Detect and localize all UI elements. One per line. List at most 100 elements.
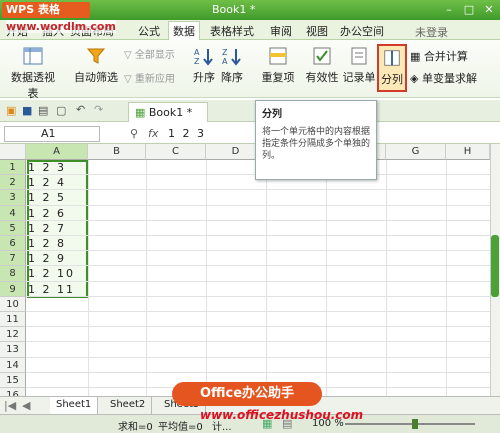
name-box[interactable]: A1 [4, 126, 100, 142]
row-header[interactable]: 6 [0, 236, 26, 252]
solver-label: 单变量求解 [421, 72, 477, 85]
tab-table-style[interactable]: 表格样式 [210, 23, 254, 39]
reapply-label: 重新应用 [134, 74, 175, 85]
column-header[interactable]: G [386, 144, 446, 160]
cell-a8[interactable]: 1 2 10 [28, 266, 75, 281]
cell-a9[interactable]: 1 2 11 [28, 282, 75, 297]
pivot-table-button[interactable]: 数据透视表 [6, 46, 60, 101]
split-tooltip: 分列 将一个单元格中的内容根据指定条件分隔成多个单独的列。 [255, 100, 377, 180]
column-header[interactable]: B [88, 144, 146, 160]
app-logo[interactable]: WPS 表格 [2, 2, 90, 18]
cell-a1[interactable]: 1 2 3 [28, 160, 66, 175]
row-header[interactable]: 4 [0, 205, 26, 221]
minimize-button[interactable]: – [440, 2, 458, 17]
column-header[interactable]: C [146, 144, 206, 160]
row-header[interactable]: 12 [0, 327, 26, 343]
record-form-label: 记录单 [342, 71, 376, 84]
validity-button[interactable]: 有效性 [304, 46, 340, 85]
gridline [206, 160, 207, 396]
reapply-button[interactable]: ▽ 重新应用 [124, 70, 184, 85]
select-all-corner[interactable] [0, 144, 26, 160]
site-url: www.officezhushou.com [200, 408, 364, 422]
zoom-slider[interactable] [345, 423, 475, 425]
svg-text:A: A [222, 57, 228, 66]
gridline [26, 311, 490, 312]
ribbon-data: 数据透视表 自动筛选 ▽ 全部显示 ▽ 重新应用 AZ 升序 ZA 降序 重复项… [0, 40, 500, 101]
cell-a6[interactable]: 1 2 8 [28, 236, 66, 251]
row-header[interactable]: 11 [0, 312, 26, 328]
cell-a7[interactable]: 1 2 9 [28, 251, 66, 266]
duplicates-button[interactable]: 重复项 [256, 46, 300, 85]
sort-asc-button[interactable]: AZ 升序 [192, 46, 216, 85]
tab-office-space[interactable]: 办公空间 [340, 23, 384, 39]
zoom-slider-handle[interactable] [412, 419, 418, 429]
merge-calc-button[interactable]: ▦ 合并计算 [410, 48, 496, 64]
show-all-button[interactable]: ▽ 全部显示 [124, 46, 184, 61]
row-header[interactable]: 10 [0, 296, 26, 312]
row-header[interactable]: 7 [0, 251, 26, 267]
row-header[interactable]: 14 [0, 357, 26, 373]
tab-formula[interactable]: 公式 [138, 23, 160, 39]
sort-desc-icon: ZA [222, 48, 241, 66]
validity-icon [313, 47, 331, 65]
record-form-button[interactable]: 记录单 [342, 46, 376, 85]
sort-asc-label: 升序 [193, 71, 215, 84]
sort-asc-icon: AZ [194, 48, 213, 66]
column-header[interactable]: A [26, 144, 88, 160]
split-columns-icon [384, 50, 400, 66]
row-header[interactable]: 5 [0, 220, 26, 236]
cell-a5[interactable]: 1 2 7 [28, 221, 66, 236]
sort-desc-button[interactable]: ZA 降序 [220, 46, 244, 85]
function-icon[interactable]: fx [148, 127, 158, 140]
doc-tab-icon: ▦ [135, 106, 149, 119]
maximize-button[interactable]: □ [460, 2, 478, 17]
document-tab[interactable]: ▦ Book1 * [128, 102, 208, 122]
row-header[interactable]: 8 [0, 266, 26, 282]
show-all-icon: ▽ [124, 50, 135, 61]
window-title: Book1 * [212, 3, 256, 16]
undo-icon[interactable]: ↶ [76, 103, 85, 116]
redo-icon[interactable]: ↷ [94, 103, 103, 116]
preview-icon[interactable]: ▢ [56, 104, 66, 117]
merge-calc-label: 合并计算 [423, 50, 468, 63]
svg-text:Z: Z [222, 48, 228, 57]
split-columns-button[interactable]: 分列 [377, 44, 407, 92]
duplicates-icon [269, 47, 287, 65]
row-header[interactable]: 15 [0, 372, 26, 388]
row-header[interactable]: 9 [0, 281, 26, 297]
column-header[interactable]: H [446, 144, 490, 160]
row-header[interactable]: 13 [0, 342, 26, 358]
duplicates-label: 重复项 [261, 71, 295, 84]
title-bar: WPS 表格 Book1 * – □ ✕ [0, 0, 500, 20]
spreadsheet-grid[interactable]: A B C D E F G H 123456789101112131415161… [0, 144, 490, 404]
tooltip-title: 分列 [262, 109, 282, 120]
tab-view[interactable]: 视图 [306, 23, 328, 39]
close-button[interactable]: ✕ [480, 2, 498, 17]
formula-input[interactable]: 1 2 3 [168, 127, 206, 140]
tab-data[interactable]: 数据 [168, 21, 200, 40]
tab-review[interactable]: 审阅 [270, 23, 292, 39]
save-icon[interactable]: ■ [22, 104, 32, 117]
svg-text:A: A [194, 48, 200, 57]
cell-a2[interactable]: 1 2 4 [28, 175, 66, 190]
scrollbar-thumb[interactable] [491, 235, 499, 297]
cell-a3[interactable]: 1 2 5 [28, 190, 66, 205]
gridline [26, 204, 490, 206]
prev-sheet-icon[interactable]: ◀ [22, 399, 30, 412]
row-header[interactable]: 2 [0, 175, 26, 191]
login-status[interactable]: 未登录 [415, 24, 448, 40]
new-doc-icon[interactable]: ▣ [6, 104, 16, 117]
sheet-tab-1[interactable]: Sheet1 [50, 397, 99, 414]
solver-button[interactable]: ◈ 单变量求解 [410, 70, 498, 86]
gridline [26, 265, 490, 267]
autofilter-button[interactable]: 自动筛选 [72, 46, 120, 85]
cell-a4[interactable]: 1 2 6 [28, 206, 66, 221]
row-header[interactable]: 1 [0, 160, 26, 176]
print-icon[interactable]: ▤ [38, 104, 48, 117]
search-icon[interactable]: ⚲ [130, 127, 138, 140]
validity-label: 有效性 [305, 71, 339, 84]
sheet-tab-2[interactable]: Sheet2 [104, 397, 153, 414]
row-header[interactable]: 3 [0, 190, 26, 206]
first-sheet-icon[interactable]: |◀ [4, 399, 16, 412]
gridline [26, 295, 490, 297]
